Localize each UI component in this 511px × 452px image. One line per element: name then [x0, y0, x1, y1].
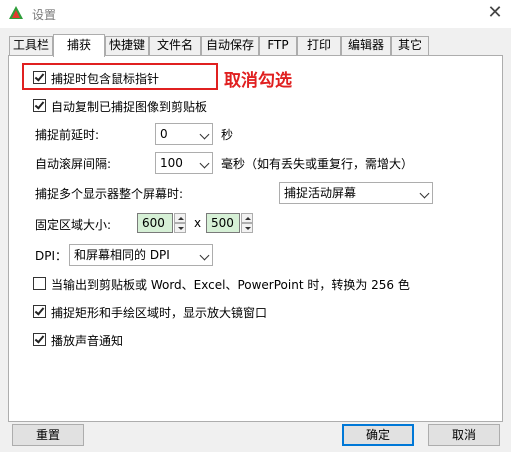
fixed-width-spinner[interactable] — [174, 213, 186, 233]
checkmark-icon — [34, 99, 45, 110]
fixed-region-label: 固定区域大小: — [35, 218, 112, 232]
tab-toolbar[interactable]: 工具栏 — [9, 36, 53, 55]
include-cursor-label: 捕捉时包含鼠标指针 — [51, 72, 160, 86]
delay-value: 0 — [160, 127, 168, 141]
dpi-value: 和屏幕相同的 DPI — [74, 248, 170, 262]
magnifier-checkbox[interactable] — [33, 305, 46, 318]
app-icon — [9, 6, 23, 19]
multi-monitor-label: 捕捉多个显示器整个屏幕时: — [35, 187, 184, 201]
convert-256-label: 当输出到剪贴板或 Word、Excel、PowerPoint 时，转换为 256… — [51, 278, 410, 292]
tab-autosave[interactable]: 自动保存 — [201, 36, 259, 55]
fixed-width-input[interactable]: 600 — [137, 213, 173, 233]
dpi-label: DPI： — [35, 249, 68, 263]
arrow-down-icon — [245, 227, 251, 230]
sound-checkbox[interactable] — [33, 333, 46, 346]
chevron-down-icon — [199, 158, 210, 169]
dpi-select[interactable]: 和屏幕相同的 DPI — [69, 244, 213, 266]
reset-button[interactable]: 重置 — [12, 424, 84, 446]
arrow-up-icon — [245, 217, 251, 220]
capture-settings-panel: 捕捉时包含鼠标指针 取消勾选 自动复制已捕捉图像到剪贴板 捕捉前延时: 0 秒 … — [8, 55, 503, 422]
delay-label: 捕捉前延时: — [35, 128, 100, 142]
tab-ftp[interactable]: FTP — [259, 36, 297, 55]
spin-up-button[interactable] — [241, 213, 253, 223]
delay-unit: 秒 — [221, 128, 234, 142]
tab-editor[interactable]: 编辑器 — [341, 36, 391, 55]
window-title: 设置 — [32, 8, 57, 22]
spin-up-button[interactable] — [174, 213, 186, 223]
magnifier-label: 捕捉矩形和手绘区域时，显示放大镜窗口 — [51, 306, 268, 320]
scroll-interval-unit: 毫秒（如有丢失或重复行，需增大） — [221, 157, 414, 171]
fixed-height-input[interactable]: 500 — [206, 213, 240, 233]
checkmark-icon — [34, 333, 45, 344]
chevron-down-icon — [199, 129, 210, 140]
multi-monitor-value: 捕捉活动屏幕 — [284, 186, 357, 200]
checkmark-icon — [34, 71, 45, 82]
tab-capture[interactable]: 捕获 — [53, 34, 105, 57]
multi-monitor-select[interactable]: 捕捉活动屏幕 — [279, 182, 433, 204]
annotation-text: 取消勾选 — [224, 71, 292, 91]
scroll-interval-value: 100 — [160, 156, 183, 170]
delay-select[interactable]: 0 — [155, 123, 213, 145]
tab-print[interactable]: 打印 — [297, 36, 341, 55]
title-bar: 设置 ✕ — [0, 0, 511, 28]
sound-label: 播放声音通知 — [51, 334, 124, 348]
spin-down-button[interactable] — [241, 223, 253, 233]
dialog-client: 工具栏 捕获 快捷键 文件名 自动保存 FTP 打印 编辑器 其它 捕捉时包含鼠… — [0, 28, 511, 452]
arrow-down-icon — [178, 227, 184, 230]
scroll-interval-label: 自动滚屏间隔: — [35, 157, 112, 171]
auto-copy-checkbox[interactable] — [33, 99, 46, 112]
ok-button[interactable]: 确定 — [342, 424, 414, 446]
cancel-button[interactable]: 取消 — [428, 424, 500, 446]
auto-copy-label: 自动复制已捕捉图像到剪贴板 — [51, 100, 208, 114]
close-icon[interactable]: ✕ — [485, 3, 505, 23]
include-cursor-checkbox[interactable] — [33, 71, 46, 84]
tab-hotkeys[interactable]: 快捷键 — [105, 36, 149, 55]
scroll-interval-select[interactable]: 100 — [155, 152, 213, 174]
tab-filename[interactable]: 文件名 — [149, 36, 201, 55]
tab-other[interactable]: 其它 — [391, 36, 429, 55]
fixed-region-separator: x — [194, 216, 202, 230]
fixed-height-spinner[interactable] — [241, 213, 253, 233]
spin-down-button[interactable] — [174, 223, 186, 233]
convert-256-checkbox[interactable] — [33, 277, 46, 290]
chevron-down-icon — [199, 250, 210, 261]
arrow-up-icon — [178, 217, 184, 220]
chevron-down-icon — [419, 188, 430, 199]
checkmark-icon — [34, 305, 45, 316]
